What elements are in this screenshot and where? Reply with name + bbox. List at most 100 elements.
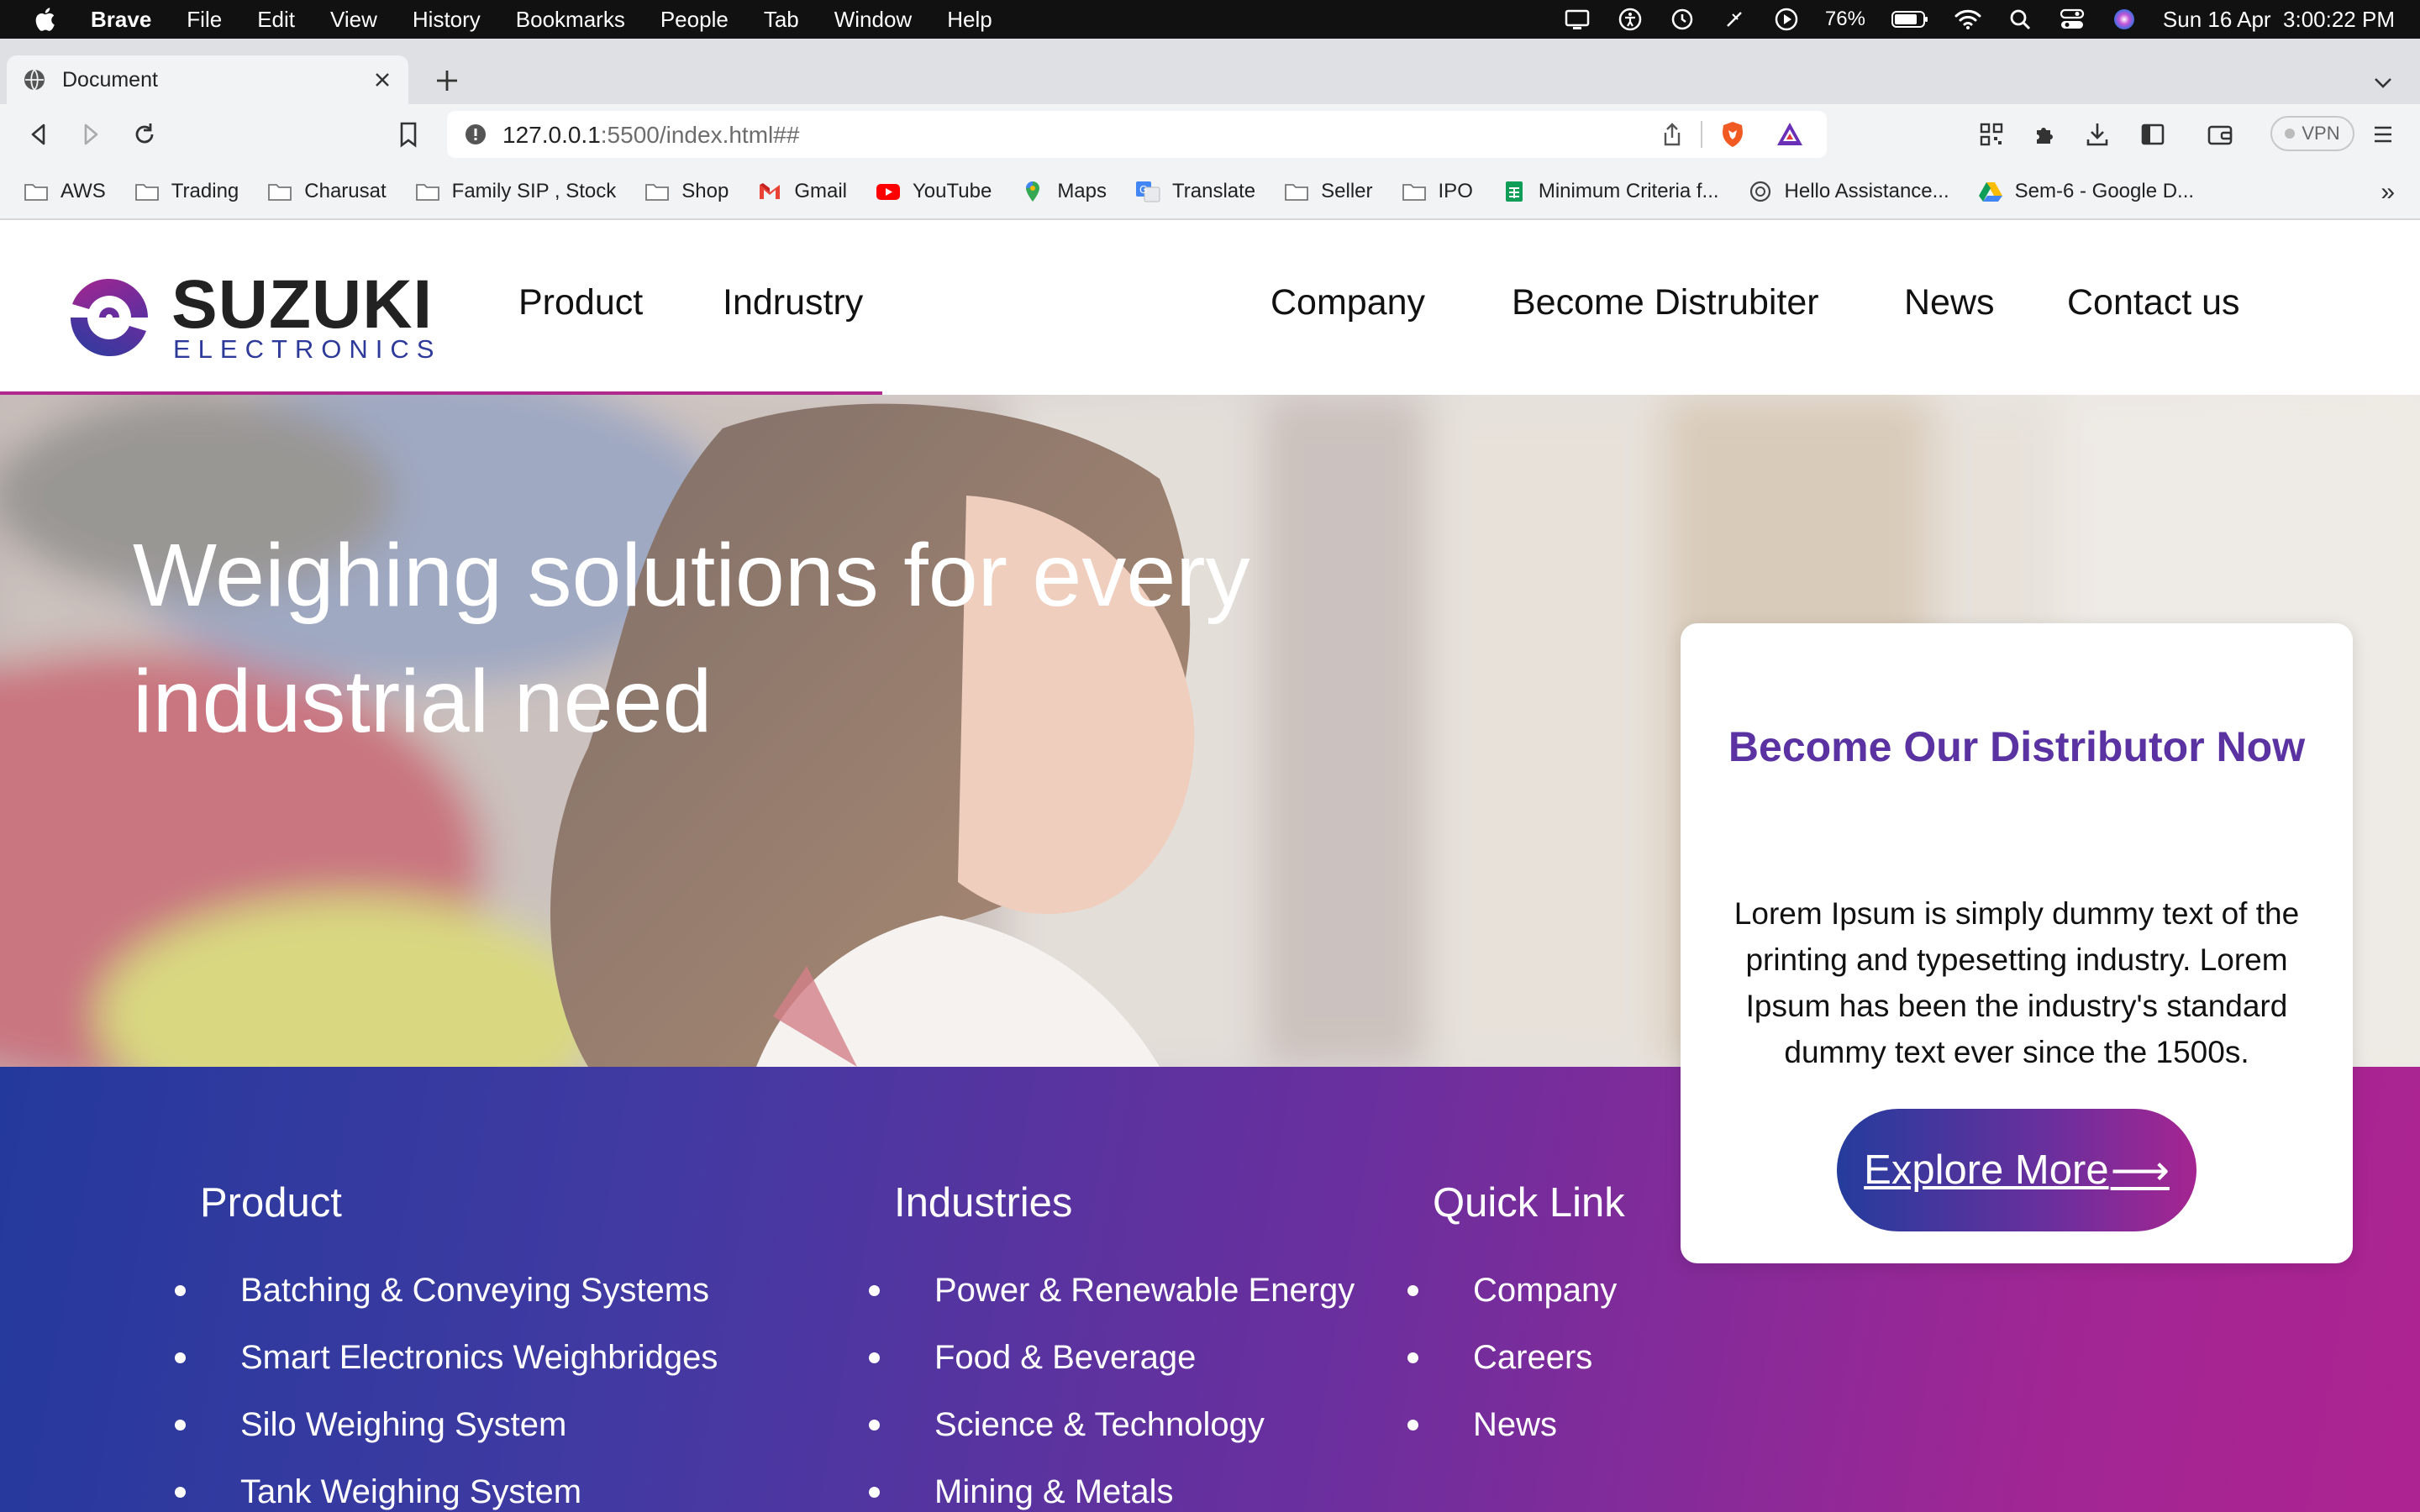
bookmark-shop[interactable]: Shop — [644, 180, 729, 203]
footer-link[interactable]: Tank Weighing System — [175, 1475, 718, 1509]
footer-product-heading: Product — [200, 1180, 342, 1226]
menu-history[interactable]: History — [413, 7, 481, 33]
url-text[interactable]: 127.0.0.1:5500/index.html## — [502, 122, 799, 149]
back-icon[interactable] — [24, 119, 54, 150]
bookmark-minimum-criteria[interactable]: Minimum Criteria f... — [1502, 180, 1719, 203]
address-bar[interactable]: 127.0.0.1:5500/index.html## — [447, 111, 1827, 158]
menu-help[interactable]: Help — [947, 7, 992, 33]
brave-shields-icon[interactable] — [1718, 119, 1748, 150]
footer-link[interactable]: Smart Electronics Weighbridges — [175, 1341, 718, 1374]
sheets-icon — [1505, 181, 1523, 202]
folder-icon — [268, 184, 292, 201]
bookmark-aws[interactable]: AWS — [24, 180, 106, 203]
maps-icon — [1026, 181, 1040, 202]
footer-industries-column: Industries Power & Renewable Energy Food… — [869, 1179, 1355, 1512]
accessibility-icon[interactable] — [1617, 6, 1644, 33]
logo-wordmark[interactable]: SUZUKI — [171, 270, 433, 339]
tab-document[interactable]: Document — [7, 55, 408, 104]
apple-icon[interactable] — [32, 5, 60, 34]
chatgpt-icon — [1749, 181, 1770, 202]
bookmark-charusat[interactable]: Charusat — [267, 180, 387, 203]
footer-link[interactable]: Careers — [1407, 1341, 1625, 1374]
bookmark-label: Family SIP , Stock — [451, 180, 617, 202]
bookmark-family-sip[interactable]: Family SIP , Stock — [415, 180, 617, 203]
menu-tab[interactable]: Tab — [764, 7, 799, 33]
bookmarks-overflow-icon[interactable]: » — [2381, 178, 2395, 207]
bookmark-trading[interactable]: Trading — [134, 180, 239, 203]
browser-toolbar: 127.0.0.1:5500/index.html## VPN — [0, 104, 2420, 165]
footer-link[interactable]: Power & Renewable Energy — [869, 1273, 1355, 1307]
footer-link[interactable]: Batching & Conveying Systems — [175, 1273, 718, 1307]
drive-icon — [1978, 182, 2002, 202]
nav-industry[interactable]: Indrustry — [723, 282, 863, 323]
menu-window[interactable]: Window — [834, 7, 912, 33]
bookmark-hello-assistance[interactable]: Hello Assistance... — [1748, 180, 1949, 203]
display-icon[interactable] — [1565, 6, 1591, 33]
brave-rewards-icon[interactable] — [1775, 119, 1805, 150]
bookmark-sem-6[interactable]: Sem-6 - Google D... — [1978, 180, 2194, 203]
close-icon[interactable] — [371, 69, 393, 91]
wallet-icon[interactable] — [2205, 119, 2235, 150]
vpn-label: VPN — [2302, 123, 2340, 144]
footer-link[interactable]: Silo Weighing System — [175, 1408, 718, 1441]
bookmark-label: Hello Assistance... — [1784, 180, 1949, 202]
footer-link[interactable]: Food & Beverage — [869, 1341, 1355, 1374]
qr-code-icon[interactable] — [1976, 119, 2007, 150]
menu-icon[interactable] — [2368, 119, 2398, 150]
time-machine-icon[interactable] — [1669, 6, 1696, 33]
new-tab-icon[interactable] — [434, 67, 460, 94]
bookmark-icon[interactable] — [393, 119, 424, 150]
arrow-right-icon: ⟶ — [2110, 1147, 2170, 1194]
bookmark-youtube[interactable]: YouTube — [876, 180, 992, 203]
forward-icon[interactable] — [76, 119, 106, 150]
gmail-icon — [760, 183, 781, 199]
bookmark-gmail[interactable]: Gmail — [757, 180, 847, 203]
bookmark-label: Translate — [1172, 180, 1256, 202]
mute-icon[interactable] — [1721, 6, 1748, 33]
sidebar-icon[interactable] — [2138, 119, 2168, 150]
menu-bookmarks[interactable]: Bookmarks — [516, 7, 625, 33]
wifi-icon[interactable] — [1954, 6, 1981, 33]
footer-link[interactable]: Company — [1407, 1273, 1625, 1307]
explore-more-button[interactable]: Explore More ⟶ — [1837, 1109, 2196, 1231]
bookmark-label: YouTube — [913, 180, 992, 202]
bookmark-label: AWS — [60, 180, 106, 202]
nav-become-distributor[interactable]: Become Distrubiter — [1512, 282, 1819, 323]
siri-icon[interactable] — [2111, 6, 2138, 33]
bookmark-translate[interactable]: G Translate — [1135, 180, 1255, 203]
translate-icon: G — [1136, 181, 1160, 202]
menu-file[interactable]: File — [187, 7, 222, 33]
nav-news[interactable]: News — [1904, 282, 1995, 323]
footer-link[interactable]: Science & Technology — [869, 1408, 1355, 1441]
control-center-icon[interactable] — [2059, 6, 2086, 33]
tab-title: Document — [62, 67, 158, 92]
chevron-down-icon[interactable] — [2371, 71, 2395, 94]
battery-icon[interactable] — [1891, 6, 1929, 33]
bookmark-maps[interactable]: Maps — [1020, 180, 1107, 203]
nav-contact-us[interactable]: Contact us — [2067, 282, 2240, 323]
footer-link[interactable]: News — [1407, 1408, 1625, 1441]
footer-industries-heading: Industries — [894, 1180, 1073, 1226]
spotlight-search-icon[interactable] — [2007, 6, 2033, 33]
bookmark-ipo[interactable]: IPO — [1402, 180, 1473, 203]
nav-product[interactable]: Product — [518, 282, 643, 323]
extensions-icon[interactable] — [2030, 119, 2060, 150]
menu-app-name[interactable]: Brave — [91, 7, 151, 33]
site-info-icon[interactable] — [464, 123, 487, 146]
bookmark-label: Gmail — [794, 180, 847, 202]
suzuki-logo-icon[interactable] — [66, 274, 153, 361]
clock[interactable]: Sun 16 Apr 3:00:22 PM — [2163, 7, 2395, 33]
menu-people[interactable]: People — [660, 7, 729, 33]
menu-edit[interactable]: Edit — [257, 7, 295, 33]
footer-link[interactable]: Mining & Metals — [869, 1475, 1355, 1509]
nav-company[interactable]: Company — [1270, 282, 1425, 323]
share-icon[interactable] — [1659, 121, 1686, 148]
play-icon[interactable] — [1773, 6, 1800, 33]
reload-icon[interactable] — [129, 119, 160, 150]
vpn-button[interactable]: VPN — [2270, 116, 2354, 151]
bookmark-seller[interactable]: Seller — [1284, 180, 1373, 203]
globe-icon — [24, 69, 45, 91]
menu-view[interactable]: View — [330, 7, 377, 33]
download-icon[interactable] — [2082, 119, 2112, 150]
bookmark-label: Seller — [1321, 180, 1373, 202]
